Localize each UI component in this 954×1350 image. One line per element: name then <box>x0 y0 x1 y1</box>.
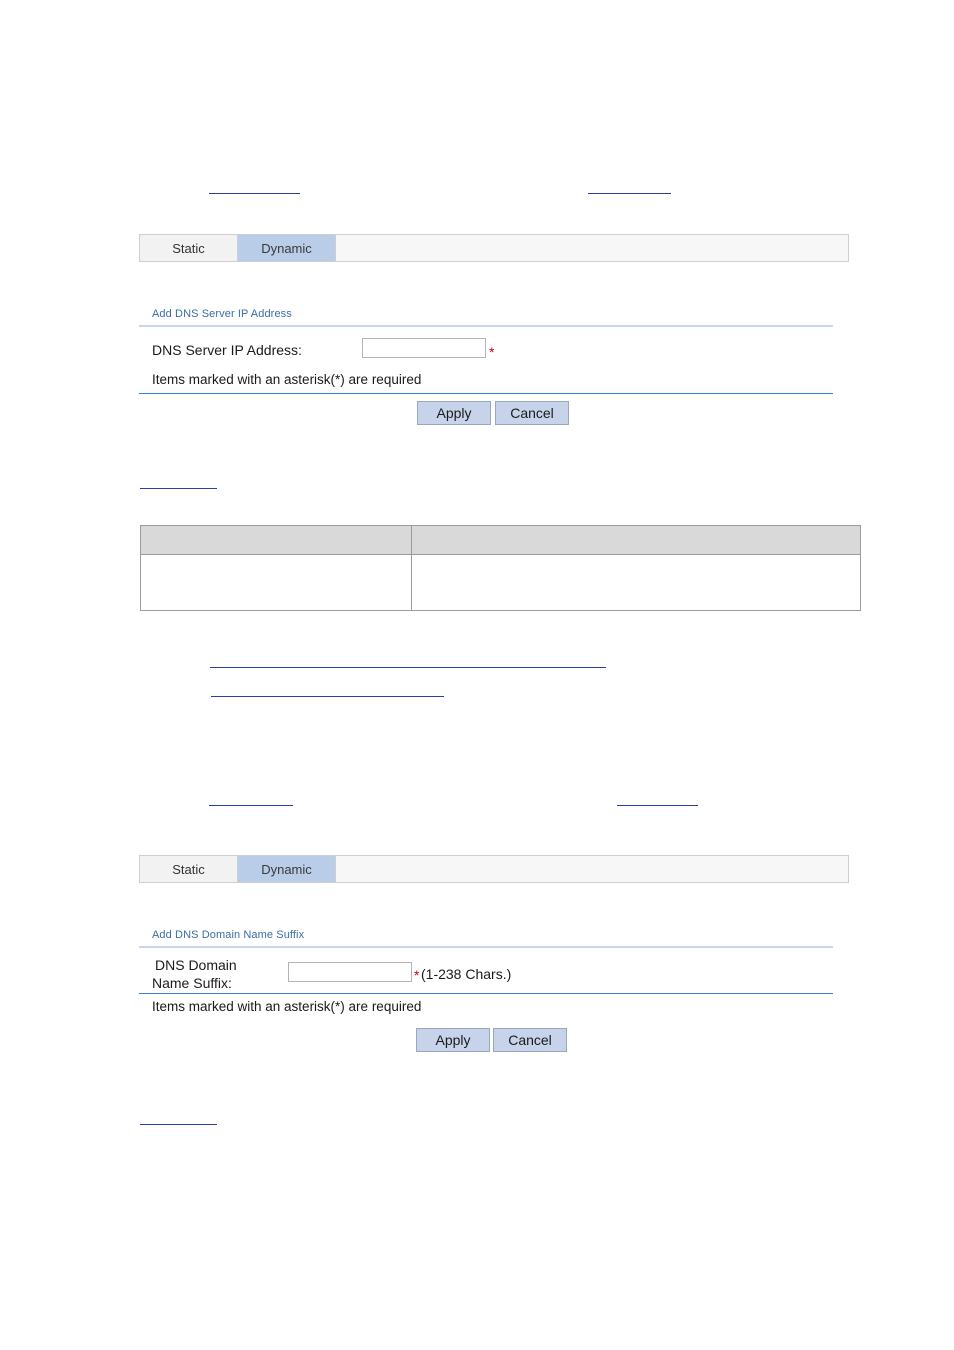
tab-static-2[interactable]: Static <box>140 856 238 882</box>
tab-static-2-label: Static <box>172 861 205 877</box>
tab-dynamic-2[interactable]: Dynamic <box>238 856 336 882</box>
panel-top-rule <box>139 325 833 327</box>
required-note-1: Items marked with an asterisk(*) are req… <box>152 372 422 387</box>
tab-dynamic-label: Dynamic <box>261 240 312 256</box>
dns-suffix-required-mark: * <box>414 967 420 983</box>
panel-title-add-dns-server: Add DNS Server IP Address <box>152 308 292 320</box>
tab-static[interactable]: Static <box>140 235 238 261</box>
table-row <box>140 554 861 611</box>
table-header-cell-2 <box>411 525 861 555</box>
tabstrip-filler-2 <box>336 856 848 882</box>
tabstrip-filler <box>336 235 848 261</box>
table-cell-2 <box>411 554 861 611</box>
description-table <box>140 525 861 611</box>
apply-button-2[interactable]: Apply <box>416 1028 490 1052</box>
table-header-cell-1 <box>140 525 412 555</box>
ref-link-4[interactable] <box>617 795 698 806</box>
note-link-long[interactable] <box>210 657 606 668</box>
table-header-row <box>140 525 861 555</box>
panel-bottom-rule <box>139 393 833 394</box>
ref-link-1[interactable] <box>209 183 300 194</box>
tabstrip-dns-server: Static Dynamic <box>139 234 849 262</box>
tabstrip-dns-suffix: Static Dynamic <box>139 855 849 883</box>
apply-button-1[interactable]: Apply <box>417 401 491 425</box>
dns-suffix-label-line1: DNS Domain <box>155 957 237 973</box>
table-caption-link-2[interactable] <box>140 1114 217 1125</box>
required-note-2: Items marked with an asterisk(*) are req… <box>152 999 422 1014</box>
table-cell-1 <box>140 554 412 611</box>
tab-dynamic[interactable]: Dynamic <box>238 235 336 261</box>
panel-bottom-rule-2 <box>139 993 833 994</box>
dns-suffix-hint: (1-238 Chars.) <box>421 966 512 982</box>
panel-title-add-dns-suffix: Add DNS Domain Name Suffix <box>152 929 305 941</box>
dns-server-ip-required-mark: * <box>489 344 495 360</box>
ref-link-3[interactable] <box>209 795 293 806</box>
tab-dynamic-2-label: Dynamic <box>261 861 312 877</box>
tab-static-label: Static <box>172 240 205 256</box>
ref-link-2[interactable] <box>588 183 671 194</box>
panel-top-rule-2 <box>139 946 833 948</box>
cancel-button-2[interactable]: Cancel <box>493 1028 567 1052</box>
cancel-button-1[interactable]: Cancel <box>495 401 569 425</box>
note-link-short[interactable] <box>211 686 444 697</box>
dns-server-ip-label: DNS Server IP Address: <box>152 342 302 358</box>
dns-suffix-label-line2: Name Suffix: <box>152 975 232 991</box>
dns-suffix-input[interactable] <box>288 962 412 982</box>
dns-server-ip-input[interactable] <box>362 338 486 358</box>
table-caption-link[interactable] <box>140 478 217 489</box>
